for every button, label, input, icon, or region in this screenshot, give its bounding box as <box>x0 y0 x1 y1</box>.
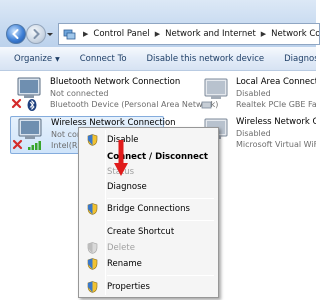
breadcrumb-chevron-icon[interactable]: ▶ <box>261 30 266 38</box>
recent-pages-dropdown[interactable] <box>46 30 54 38</box>
menu-item-diagnose[interactable]: Diagnose <box>81 179 216 195</box>
breadcrumb-chevron-icon[interactable]: ▶ <box>83 30 88 38</box>
network-folder-icon <box>63 27 76 41</box>
connection-device: Realtek PCIe GBE Family Controller <box>236 100 316 109</box>
connection-name: Bluetooth Network Connection <box>50 77 181 87</box>
connection-status: Disabled <box>236 89 271 98</box>
menu-separator <box>107 275 214 276</box>
menu-item-delete: Delete <box>81 240 216 256</box>
error-x-icon <box>11 98 22 109</box>
menu-item-connect-disconnect[interactable]: Connect / Disconnect <box>81 149 216 165</box>
organize-menu[interactable]: Organize ▼ <box>0 54 70 64</box>
uac-shield-icon <box>81 256 103 272</box>
bluetooth-adapter-icon <box>11 77 41 111</box>
back-button[interactable] <box>6 24 26 44</box>
menu-item-disable[interactable]: Disable <box>81 132 216 148</box>
connection-device: Microsoft Virtual WiFi Miniport Adapter <box>236 140 316 149</box>
menu-item-create-shortcut[interactable]: Create Shortcut <box>81 224 216 240</box>
ethernet-adapter-icon <box>201 78 228 109</box>
breadcrumb-network-and-internet[interactable]: Network and Internet <box>165 29 256 39</box>
connection-details: Local Area Connection Disabled Realtek P… <box>236 77 316 110</box>
menu-label: Create Shortcut <box>107 227 175 237</box>
connection-item-bluetooth[interactable]: Bluetooth Network Connection Not connect… <box>10 76 218 114</box>
address-bar-area: ▶ Control Panel ▶ Network and Internet ▶… <box>0 0 320 47</box>
connection-name: Wireless Network Connection 2 <box>236 117 316 127</box>
back-arrow-icon <box>12 29 19 39</box>
organize-label: Organize <box>14 53 53 64</box>
connect-to-button[interactable]: Connect To <box>70 54 137 64</box>
connection-status: Disabled <box>236 129 271 138</box>
menu-item-bridge-connections[interactable]: Bridge Connections <box>81 201 216 217</box>
forward-button[interactable] <box>26 24 46 44</box>
chevron-down-icon: ▼ <box>55 55 60 63</box>
menu-item-status: Status <box>81 164 216 180</box>
connection-name: Local Area Connection <box>236 77 316 87</box>
disable-device-button[interactable]: Disable this network device <box>137 54 275 64</box>
uac-shield-icon <box>81 240 103 256</box>
menu-label: Rename <box>107 259 142 269</box>
menu-label: Bridge Connections <box>107 204 190 214</box>
signal-bars-icon <box>28 141 41 150</box>
menu-item-rename[interactable]: Rename <box>81 256 216 272</box>
wireless-adapter-icon <box>12 118 42 150</box>
menu-separator <box>107 198 214 199</box>
uac-shield-icon <box>81 279 103 295</box>
address-field[interactable]: ▶ Control Panel ▶ Network and Internet ▶… <box>58 23 320 45</box>
menu-item-properties[interactable]: Properties <box>81 279 216 295</box>
breadcrumb-control-panel[interactable]: Control Panel <box>93 29 149 39</box>
connection-details: Wireless Network Connection 2 Disabled M… <box>236 117 316 150</box>
connection-device: Bluetooth Device (Personal Area Network) <box>50 100 219 109</box>
uac-shield-icon <box>81 201 103 217</box>
forward-arrow-icon <box>33 29 40 39</box>
menu-label: Properties <box>107 282 150 292</box>
menu-label: Diagnose <box>107 182 147 192</box>
uac-shield-icon <box>81 132 103 148</box>
breadcrumb-chevron-icon[interactable]: ▶ <box>155 30 160 38</box>
command-bar: Organize ▼ Connect To Disable this networ… <box>0 47 316 71</box>
context-menu: Disable Connect / Disconnect Status Diag… <box>78 127 219 298</box>
connection-status: Not connected <box>50 89 109 98</box>
connection-details: Bluetooth Network Connection Not connect… <box>50 77 218 110</box>
breadcrumb-network-connections[interactable]: Network Connections <box>271 29 319 39</box>
connection-item-local-area[interactable]: Local Area Connection Disabled Realtek P… <box>196 76 316 114</box>
diagnose-connection-button[interactable]: Diagnose this connection <box>274 54 316 64</box>
error-x-icon <box>12 139 23 150</box>
menu-separator <box>107 220 214 221</box>
menu-label: Delete <box>107 243 135 253</box>
annotation-arrow-icon <box>114 140 128 176</box>
